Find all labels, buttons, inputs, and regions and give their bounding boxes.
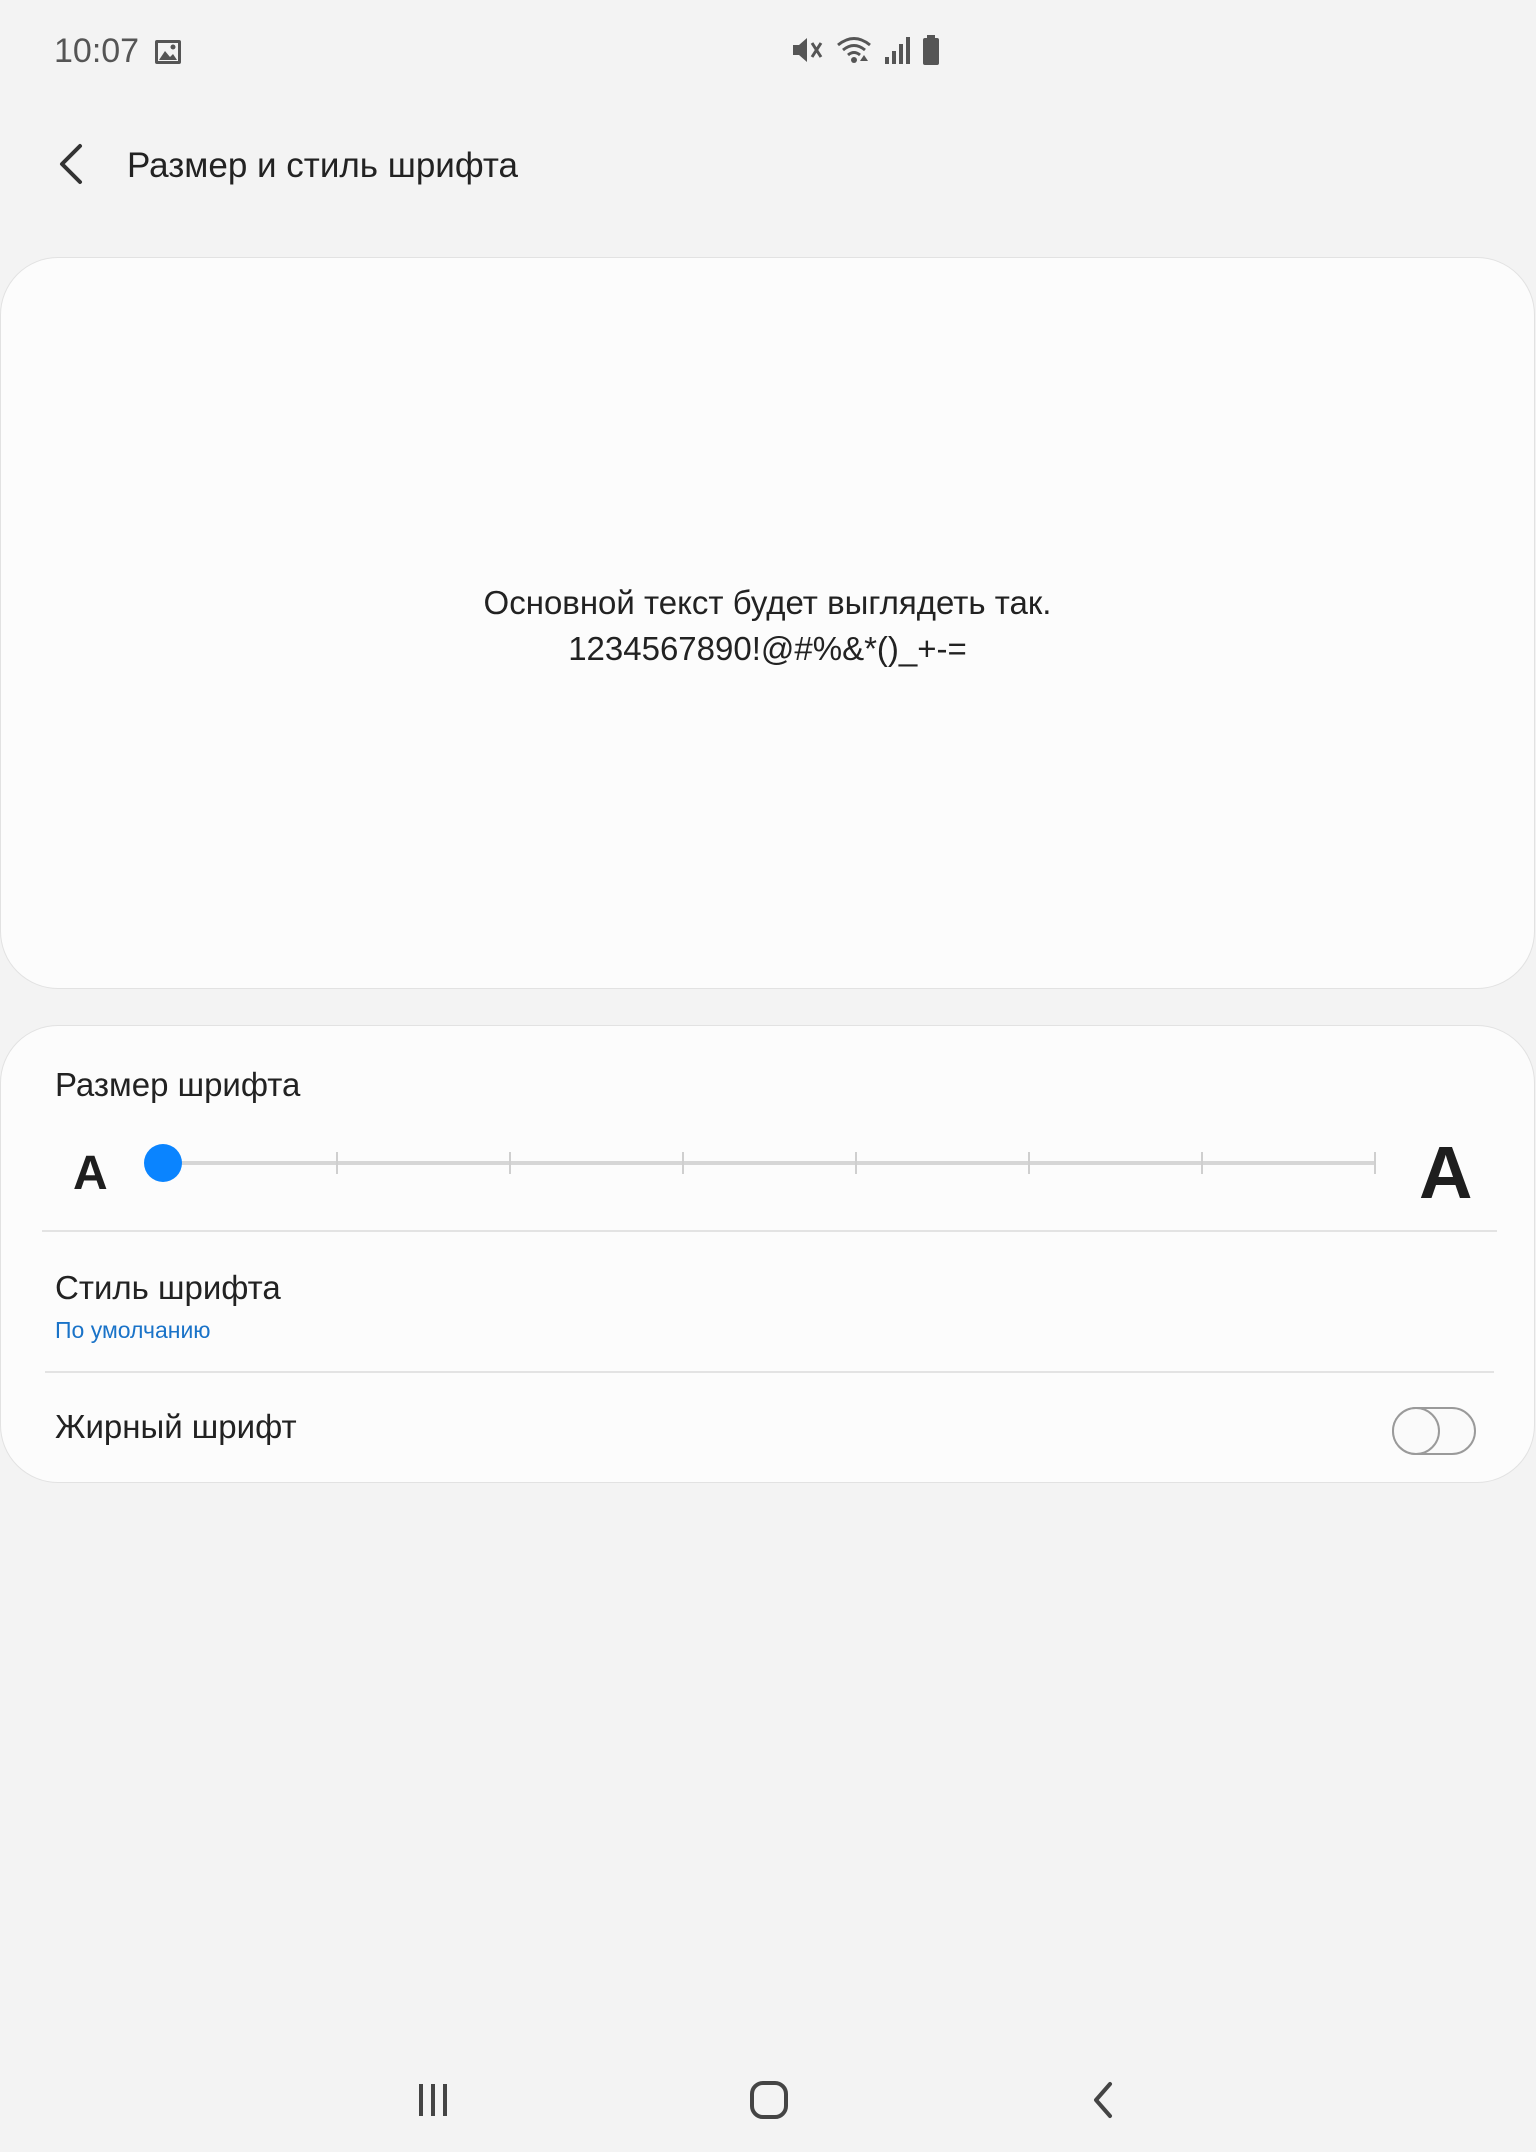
font-size-label: Размер шрифта: [55, 1066, 301, 1103]
small-font-glyph: A: [73, 1147, 108, 1200]
home-button[interactable]: [729, 2060, 809, 2140]
font-style-item[interactable]: Стиль шрифта По умолчанию: [1, 1231, 1536, 1371]
nav-back-button[interactable]: [1064, 2060, 1144, 2140]
preview-line-1: Основной текст будет выглядеть так.: [483, 584, 1052, 621]
bold-font-item[interactable]: Жирный шрифт: [1, 1374, 1536, 1482]
status-time: 10:07: [54, 32, 140, 70]
font-style-label: Стиль шрифта: [55, 1269, 281, 1306]
battery-icon: [922, 33, 940, 72]
slider-tick: [1201, 1152, 1203, 1174]
status-bar: 10:07: [0, 0, 1536, 106]
slider-tick: [682, 1152, 684, 1174]
status-icons: [790, 34, 940, 70]
slider-tick: [1028, 1152, 1030, 1174]
font-size-slider-track[interactable]: [161, 1161, 1376, 1165]
signal-icon: [884, 33, 910, 72]
font-size-slider-thumb[interactable]: [144, 1144, 182, 1182]
recents-icon: [419, 2084, 447, 2116]
slider-tick: [509, 1152, 511, 1174]
bold-font-label: Жирный шрифт: [55, 1408, 297, 1445]
mute-icon: [790, 33, 824, 72]
font-size-slider-row: A A: [1, 1126, 1536, 1214]
preview-card: Основной текст будет выглядеть так. 1234…: [0, 257, 1535, 989]
bold-font-toggle[interactable]: [1392, 1407, 1476, 1455]
large-font-glyph: A: [1419, 1131, 1473, 1214]
slider-tick: [336, 1152, 338, 1174]
navigation-bar: [0, 2060, 1536, 2140]
chevron-left-icon: [60, 144, 82, 184]
recents-button[interactable]: [393, 2060, 473, 2140]
page-title: Размер и стиль шрифта: [127, 146, 518, 185]
back-button[interactable]: [44, 136, 100, 192]
slider-tick: [855, 1152, 857, 1174]
image-icon: [154, 38, 182, 66]
slider-tick: [1374, 1152, 1376, 1174]
preview-text: Основной текст будет выглядеть так. 1234…: [1, 580, 1534, 672]
app-header: Размер и стиль шрифта: [0, 130, 1536, 206]
preview-line-2: 1234567890!@#%&*()_+-=: [568, 630, 967, 667]
font-style-value: По умолчанию: [55, 1317, 211, 1343]
divider: [45, 1371, 1494, 1373]
font-settings-card: Размер шрифта A A Стиль шрифта По умолча…: [0, 1025, 1535, 1483]
wifi-icon: [836, 33, 872, 72]
home-icon: [750, 2081, 788, 2119]
toggle-knob: [1392, 1407, 1440, 1455]
back-icon: [1094, 2082, 1112, 2118]
